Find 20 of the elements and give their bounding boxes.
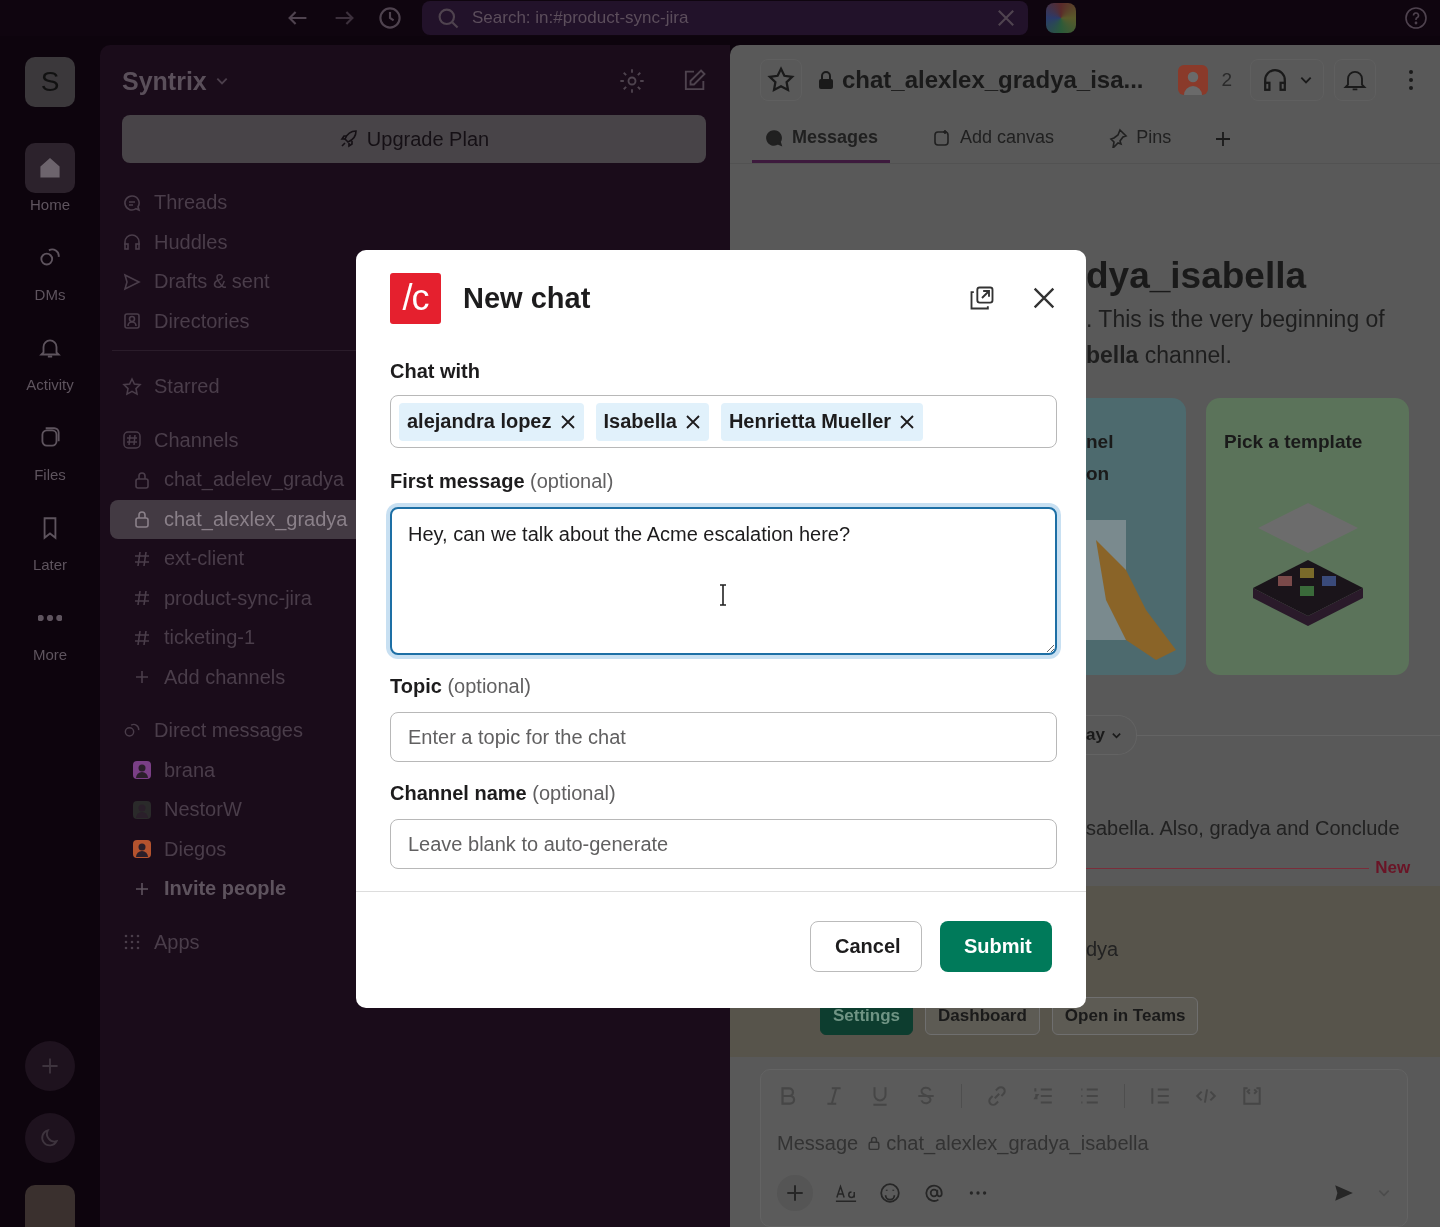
intro-text: bella channel.	[1086, 341, 1233, 371]
rail-label: DMs	[34, 286, 66, 303]
channel-heading: dya_isabella	[1086, 254, 1308, 299]
rail-label: Home	[30, 196, 70, 213]
field-label: Topic (optional)	[390, 675, 532, 698]
rail-label: Activity	[26, 376, 74, 393]
field-label: Chat with	[390, 360, 481, 383]
rail-label: Files	[34, 466, 66, 483]
field-label: Channel name (optional)	[390, 782, 617, 805]
rail-label: More	[32, 646, 68, 663]
card-title: nel	[1086, 430, 1115, 455]
card-title: Pick a template	[1224, 430, 1364, 455]
message-text: sabella. Also, gradya and Conclude	[1086, 817, 1401, 841]
intro-text: . This is the very beginning of	[1086, 305, 1386, 335]
field-label: First message (optional)	[390, 470, 615, 493]
rail-label: Later	[32, 556, 68, 573]
app-logo: /c	[390, 272, 441, 324]
new-messages-label: New	[1375, 858, 1411, 879]
dialog-title: New chat	[463, 281, 591, 315]
card-title: on	[1086, 462, 1111, 487]
